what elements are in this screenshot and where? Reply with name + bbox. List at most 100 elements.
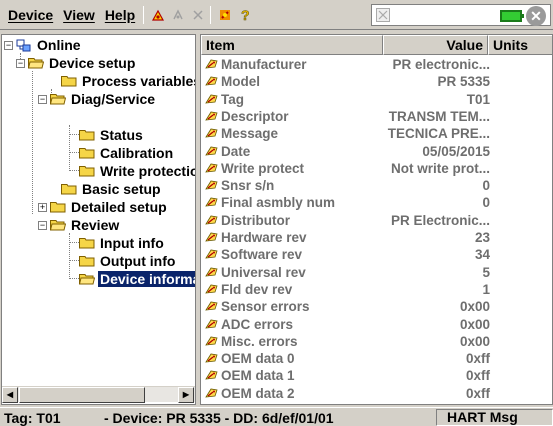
list-row[interactable]: Model PR 5335 xyxy=(201,73,552,90)
list-row[interactable]: Snsr s/n 0 xyxy=(201,177,552,194)
tree-node-process-variables[interactable]: Process variables xyxy=(61,72,195,90)
collapse-toggle[interactable]: − xyxy=(38,220,47,230)
tree-node-label: Review xyxy=(71,217,120,233)
tree-node-write-protection[interactable]: Write protection xyxy=(79,162,195,180)
parameter-icon xyxy=(205,231,218,244)
tree-horizontal-scrollbar[interactable]: ◀ ▶ xyxy=(2,386,195,403)
help-question-icon[interactable]: ? xyxy=(236,5,254,25)
parameter-icon xyxy=(205,75,218,88)
tree-node-label: Output info xyxy=(100,253,176,269)
menu-help[interactable]: Help xyxy=(100,7,140,23)
expand-toggle[interactable]: + xyxy=(38,202,47,212)
row-item: OEM data 2 xyxy=(205,386,295,401)
column-header-units[interactable]: Units xyxy=(488,35,552,55)
tree-node-label: Diag/Service xyxy=(71,91,156,107)
tree-connector xyxy=(69,170,79,171)
list-row[interactable]: Descriptor TRANSM TEM... xyxy=(201,108,552,125)
list-row[interactable]: Fld dev rev 1 xyxy=(201,281,552,298)
row-value: TRANSM TEM... xyxy=(388,108,490,124)
column-header-item[interactable]: Item xyxy=(201,35,383,55)
list-row[interactable]: Universal rev 5 xyxy=(201,264,552,281)
row-item: Distributor xyxy=(205,213,290,228)
folder-open-icon xyxy=(50,93,66,105)
collapse-toggle[interactable]: − xyxy=(16,58,25,68)
toolbar-separator xyxy=(210,5,212,24)
list-row[interactable]: Hardware rev 23 xyxy=(201,229,552,246)
list-row[interactable]: Tag T01 xyxy=(201,91,552,108)
row-item-label: Descriptor xyxy=(221,108,289,124)
disconnect-icon[interactable] xyxy=(169,5,187,25)
collapse-toggle[interactable]: − xyxy=(4,40,13,50)
folder-icon xyxy=(61,183,77,195)
parameter-icon xyxy=(205,145,218,158)
tree-node-review[interactable]: − Review xyxy=(38,216,121,234)
row-item-label: Manufacturer xyxy=(221,57,307,72)
list-row[interactable]: Misc. errors 0x00 xyxy=(201,333,552,350)
close-icon[interactable]: ✕ xyxy=(526,6,546,26)
list-row[interactable]: OEM data 1 0xff xyxy=(201,367,552,384)
parameter-icon xyxy=(205,369,218,382)
tree-node-input-info[interactable]: Input info xyxy=(79,234,166,252)
row-item: ADC errors xyxy=(205,317,293,332)
row-item: Final asmbly num xyxy=(205,195,335,210)
list-row[interactable]: Date 05/05/2015 xyxy=(201,143,552,160)
list-row[interactable]: ADC errors 0x00 xyxy=(201,316,552,333)
row-item: Tag xyxy=(205,92,244,107)
row-item: Misc. errors xyxy=(205,334,298,349)
list-row[interactable]: Software rev 34 xyxy=(201,246,552,263)
list-row[interactable]: OEM data 0 0xff xyxy=(201,350,552,367)
row-item-label: Write protect xyxy=(221,160,305,176)
tree-node-label: Input info xyxy=(100,235,164,251)
row-item: Write protect xyxy=(205,161,304,176)
scroll-left-button[interactable]: ◀ xyxy=(2,387,18,403)
row-item-label: Sensor errors xyxy=(221,299,310,315)
menu-view[interactable]: View xyxy=(58,7,100,23)
row-item: Message xyxy=(205,126,278,141)
parameter-icon xyxy=(205,93,218,106)
row-value: 05/05/2015 xyxy=(422,143,490,159)
status-tag: Tag: T01 xyxy=(4,410,61,426)
tree-node-basic-setup[interactable]: Basic setup xyxy=(61,180,163,198)
parameter-icon xyxy=(205,162,218,175)
parameter-list: Item Value Units Manufacturer PR electron… xyxy=(200,34,553,405)
list-row[interactable]: Write protect Not write prot... xyxy=(201,160,552,177)
tree-node-output-info[interactable]: Output info xyxy=(79,252,177,270)
tree-node-device-setup[interactable]: − Device setup xyxy=(16,54,137,72)
list-row[interactable]: Manufacturer PR electronic... xyxy=(201,56,552,73)
folder-icon xyxy=(79,255,95,267)
row-item-label: Software rev xyxy=(221,247,303,263)
scroll-right-button[interactable]: ▶ xyxy=(178,387,194,403)
scroll-thumb[interactable] xyxy=(19,387,145,403)
folder-icon xyxy=(61,75,77,87)
svg-text:?: ? xyxy=(241,7,250,23)
menu-device[interactable]: Device xyxy=(0,7,58,23)
tree-connector xyxy=(69,233,70,279)
tree-node-label: Status xyxy=(100,127,143,143)
row-value: Not write prot... xyxy=(391,160,490,176)
refresh-icon[interactable] xyxy=(189,5,207,25)
tree-node-status[interactable]: Status xyxy=(79,126,145,144)
list-row[interactable]: Sensor errors 0x00 xyxy=(201,298,552,315)
folder-open-icon xyxy=(79,273,95,285)
collapse-toggle[interactable]: − xyxy=(38,94,47,104)
list-row[interactable]: Distributor PR Electronic... xyxy=(201,212,552,229)
row-value: 0xff xyxy=(465,385,490,401)
row-value: 0 xyxy=(482,195,490,211)
connect-icon[interactable] xyxy=(149,5,167,25)
tree-node-online[interactable]: − Online xyxy=(4,36,83,54)
row-item: Fld dev rev xyxy=(205,282,292,297)
column-header-value[interactable]: Value xyxy=(383,35,488,55)
row-value: 23 xyxy=(474,230,490,245)
tree-node-device-information[interactable]: Device information xyxy=(79,270,195,288)
tree-node-detailed-setup[interactable]: + Detailed setup xyxy=(38,198,169,216)
tools-icon[interactable] xyxy=(216,5,234,25)
row-item-label: Message xyxy=(221,126,279,142)
row-value: 1 xyxy=(482,281,490,297)
tree-node-diag-service[interactable]: − Diag/Service xyxy=(38,90,157,108)
tree-node-calibration[interactable]: Calibration xyxy=(79,144,175,162)
list-row[interactable]: OEM data 2 0xff xyxy=(201,385,552,402)
folder-icon xyxy=(79,165,95,177)
list-row[interactable]: Final asmbly num 0 xyxy=(201,194,552,211)
online-device-icon xyxy=(16,39,32,52)
list-row[interactable]: Message TECNICA PRE... xyxy=(201,125,552,142)
